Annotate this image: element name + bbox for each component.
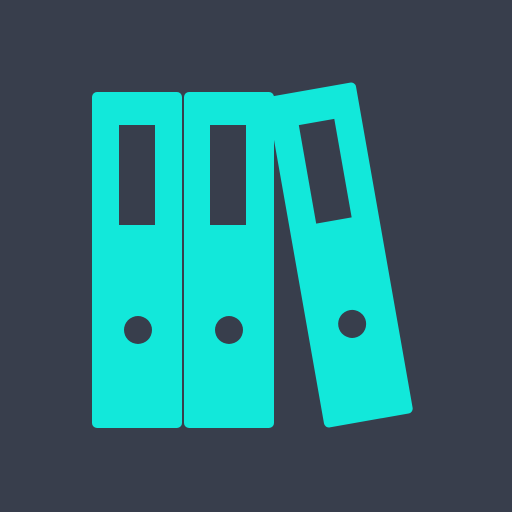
binder-2 — [184, 92, 274, 428]
binder-2-label-window — [210, 125, 246, 225]
binder-1 — [92, 92, 182, 428]
binder-1-label-window — [119, 125, 155, 225]
binder-1-ring-hole — [124, 316, 152, 344]
binder-3 — [267, 82, 413, 428]
binder-2-ring-hole — [215, 316, 243, 344]
binders-icon — [92, 82, 413, 428]
app-icon-canvas — [0, 0, 512, 512]
binder-3-spine — [267, 82, 413, 428]
